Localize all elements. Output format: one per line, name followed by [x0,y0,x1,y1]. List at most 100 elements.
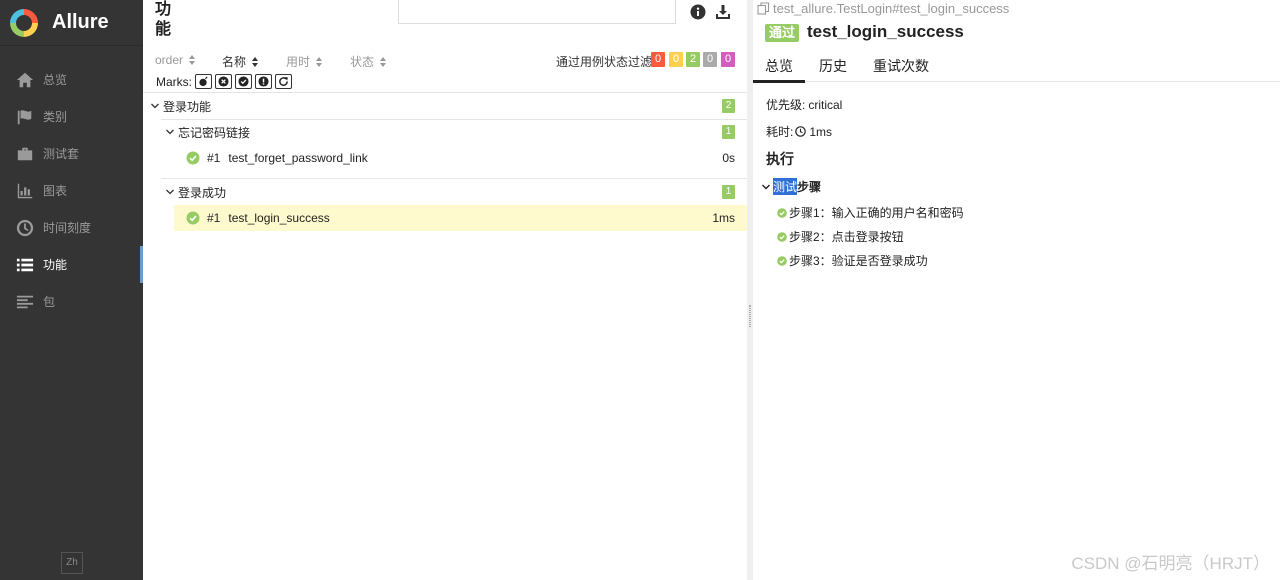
search-input[interactable] [398,0,676,24]
test-case-name: test_forget_password_link [228,151,368,165]
splitter-grip-icon[interactable] [749,305,751,327]
sort-status[interactable]: 状态 [350,53,387,70]
test-case-name: test_login_success [228,211,330,225]
test-case-row-selected[interactable]: #1 test_login_success 1ms [174,205,747,231]
mark-new-broken-button[interactable] [255,74,272,89]
sidebar-item-overview[interactable]: 总览 [0,61,143,98]
filter-broken-badge[interactable]: 0 [669,52,683,67]
clock-icon [16,219,34,236]
tab-overview[interactable]: 总览 [753,56,805,83]
tree-node-label: 忘记密码链接 [178,125,251,140]
mark-new-passed-button[interactable] [235,74,252,89]
tree-node-story[interactable]: 登录成功 1 [166,179,747,205]
tab-history[interactable]: 历史 [819,56,847,82]
allure-logo-icon [10,8,38,37]
tree-pane: 功能 order 名称 用时 状态 通过用例状态过滤: 0 0 2 0 0 Ma… [143,0,747,580]
tree-node-story[interactable]: 忘记密码链接 1 [166,119,747,145]
marks-bar: Marks: [156,74,292,89]
breadcrumb[interactable]: test_allure.TestLogin#test_login_success [757,1,1009,16]
steps-heading-text: 步骤 [797,180,822,194]
filter-passed-badge[interactable]: 2 [686,52,700,67]
check-circle-icon [186,151,200,165]
sidebar-item-label: 类别 [43,110,68,124]
sort-duration-label: 用时 [286,55,311,69]
step-text: 步骤3：验证是否登录成功 [789,254,928,268]
sidebar-item-label: 图表 [43,184,68,198]
step-item[interactable]: 步骤3：验证是否登录成功 [777,252,928,269]
watermark: CSDN @石明亮（HRJT） [1071,554,1270,573]
mark-new-failed-button[interactable] [215,74,232,89]
execution-heading: 执行 [766,151,794,167]
duration-label: 耗时: [766,125,794,139]
status-badge: 通过 [765,24,799,42]
tab-retries[interactable]: 重试次数 [873,56,929,82]
sort-order-label: order [155,53,184,67]
sort-status-label: 状态 [350,55,375,69]
home-icon [16,72,34,87]
chevron-down-icon [166,129,174,135]
brand[interactable]: Allure [0,0,143,46]
step-item[interactable]: 步骤2：点击登录按钮 [777,228,904,245]
page-title: 功能 [155,1,172,38]
test-case-duration: 1ms [712,211,735,225]
sort-caret-icon [380,56,387,67]
detail-tabs: 总览 历史 重试次数 [753,50,1280,83]
sidebar-item-label: 测试套 [43,147,80,161]
sort-order[interactable]: order [155,53,196,67]
sort-caret-icon [252,56,259,67]
sort-bar: order 名称 用时 状态 通过用例状态过滤: 0 0 2 0 0 [143,50,747,70]
count-badge: 1 [722,185,735,199]
mark-flaky-button[interactable] [195,74,212,89]
duration-value: 1ms [809,124,833,139]
sidebar-item-behaviors[interactable]: 功能 [0,246,143,283]
language-toggle[interactable]: Zh [61,552,83,574]
exclamation-circle-icon [258,76,269,87]
severity-label: 优先级: [766,98,806,112]
sidebar-item-packages[interactable]: 包 [0,283,143,320]
filter-failed-badge[interactable]: 0 [651,52,665,67]
sidebar-item-label: 包 [43,295,56,309]
refresh-icon [279,77,288,86]
sidebar-item-graphs[interactable]: 图表 [0,172,143,209]
steps-heading[interactable]: 测试 步骤 [762,178,821,195]
chevron-down-icon [151,103,159,109]
times-circle-icon [218,76,229,87]
sort-name[interactable]: 名称 [222,53,259,70]
sort-caret-icon [189,55,196,65]
tree-node-feature[interactable]: 登录功能 2 [151,93,747,119]
mark-retries-button[interactable] [275,74,292,89]
bar-chart-icon [17,183,33,198]
filter-unknown-badge[interactable]: 0 [721,52,735,67]
chevron-down-icon [762,184,770,189]
sidebar-item-label: 功能 [43,258,68,272]
download-icon[interactable] [715,4,731,20]
bomb-icon [199,76,208,87]
copy-icon [757,2,770,15]
info-icon[interactable] [690,4,706,20]
step-text: 步骤1：输入正确的用户名和密码 [789,206,964,220]
count-badge: 1 [722,125,735,139]
align-left-icon [16,295,34,308]
detail-pane: test_allure.TestLogin#test_login_success… [753,0,1280,580]
flag-icon [17,109,32,124]
test-case-row[interactable]: #1 test_forget_password_link 0s [174,145,747,171]
sidebar-item-label: 时间刻度 [43,221,92,235]
check-circle-icon [777,255,787,266]
breadcrumb-text: test_allure.TestLogin#test_login_success [773,1,1010,16]
sort-duration[interactable]: 用时 [286,53,323,70]
count-badge: 2 [722,99,735,113]
filter-skipped-badge[interactable]: 0 [703,52,717,67]
sidebar-item-categories[interactable]: 类别 [0,98,143,135]
briefcase-icon [17,147,33,160]
sidebar-item-suites[interactable]: 测试套 [0,135,143,172]
sort-caret-icon [316,56,323,67]
check-circle-icon [777,207,787,218]
severity-value: critical [808,97,843,112]
sidebar-item-timeline[interactable]: 时间刻度 [0,209,143,246]
step-item[interactable]: 步骤1：输入正确的用户名和密码 [777,204,964,221]
severity-row: 优先级: critical [766,96,842,113]
duration-row: 耗时: 1ms [766,123,832,140]
sidebar: Allure 总览 类别 测试套 图表 时间刻度 功能 包 Zh [0,0,143,580]
check-circle-icon [186,211,200,225]
steps-heading-highlight: 测试 [773,178,798,195]
